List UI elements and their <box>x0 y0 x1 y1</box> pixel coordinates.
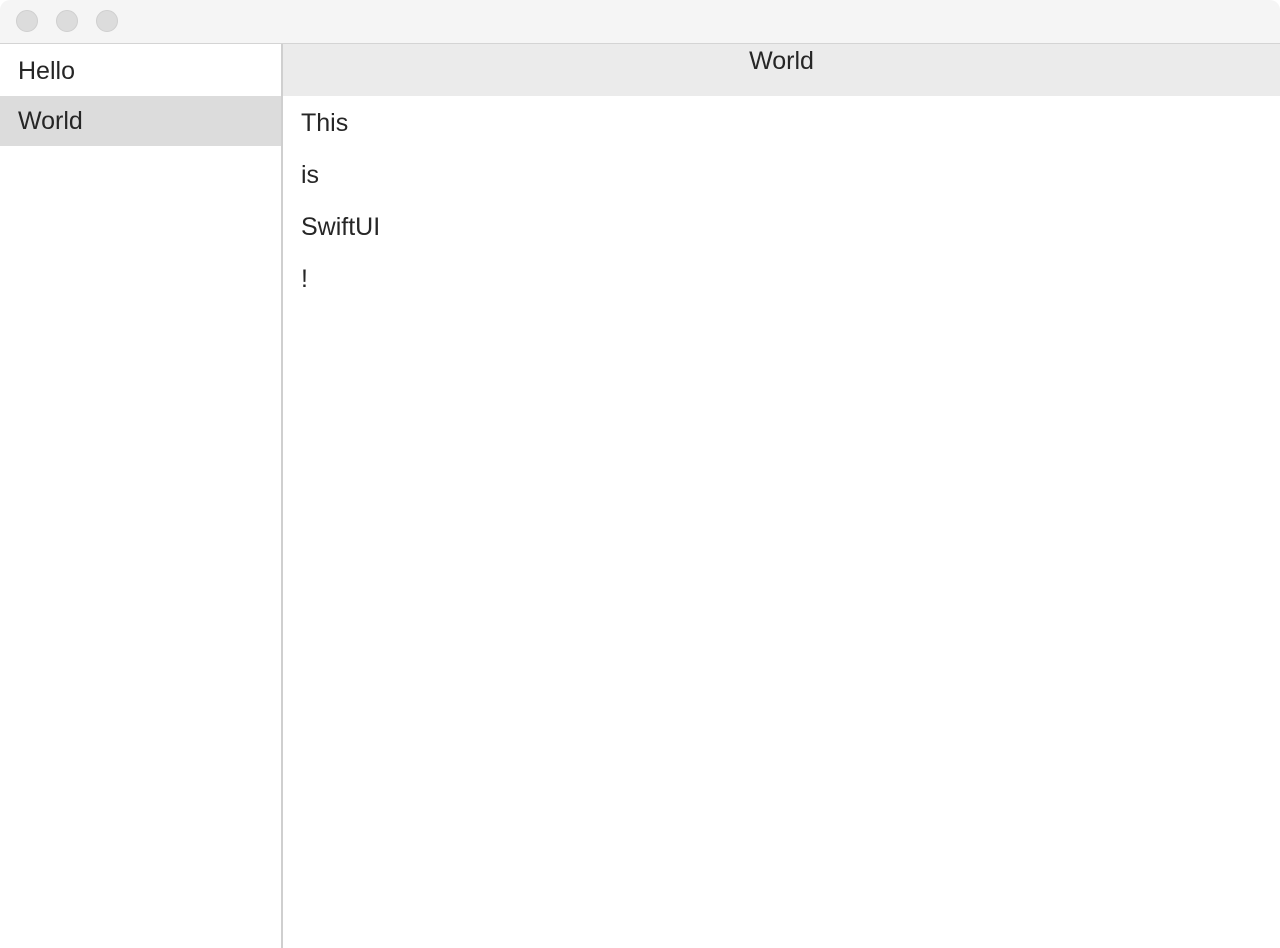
list-item: SwiftUI <box>301 213 381 241</box>
detail-title: World <box>283 44 1280 96</box>
app-window: Hello World World This is SwiftUI ! <box>0 0 1280 948</box>
title-bar[interactable] <box>0 0 1280 44</box>
list-item: This <box>301 109 349 137</box>
detail-pane: World This is SwiftUI ! <box>283 44 1280 948</box>
sidebar-item-hello[interactable]: Hello <box>0 46 281 96</box>
sidebar-item-world[interactable]: World <box>0 96 281 146</box>
zoom-window-button[interactable] <box>96 10 118 32</box>
close-window-button[interactable] <box>16 10 38 32</box>
sidebar: Hello World <box>0 44 283 948</box>
list-item: is <box>301 161 320 189</box>
list-item: ! <box>301 265 308 293</box>
minimize-window-button[interactable] <box>56 10 78 32</box>
